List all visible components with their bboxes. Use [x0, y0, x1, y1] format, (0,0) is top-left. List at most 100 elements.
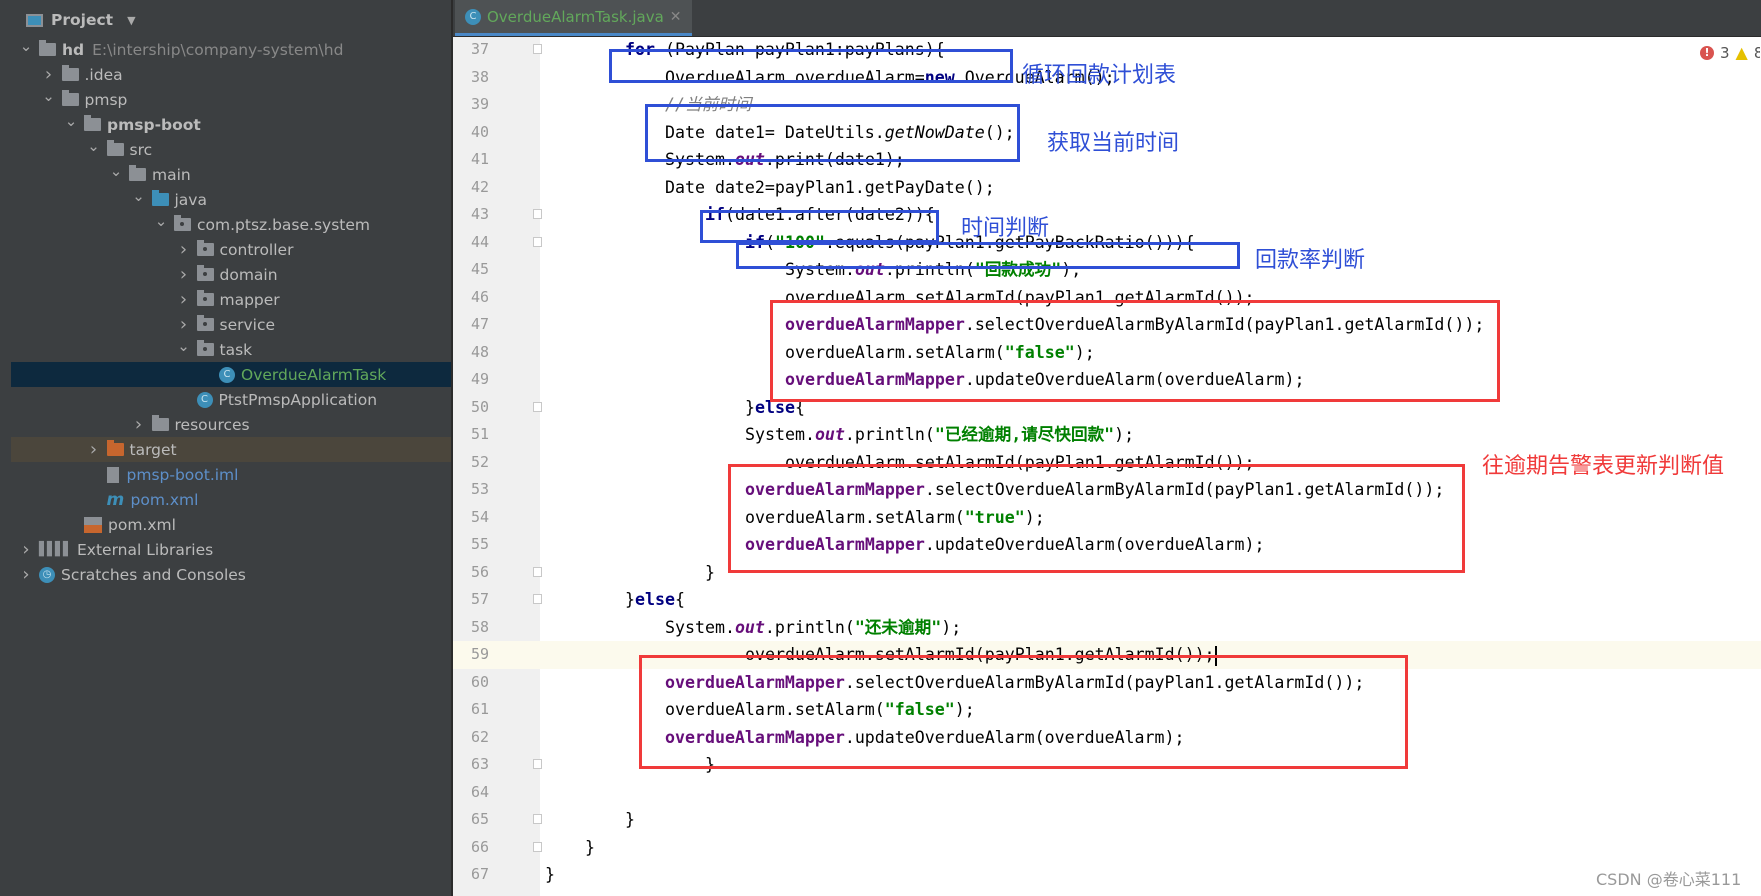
code-line[interactable]: 43 if(date1.after(date2)){ — [453, 201, 1761, 229]
annotation-label-ratio-check: 回款率判断 — [1255, 248, 1366, 273]
chevron-down-icon[interactable]: ▼ — [127, 14, 135, 27]
line-number[interactable]: 55 — [453, 531, 489, 559]
code-line[interactable]: 42 Date date2=payPlan1.getPayDate(); — [453, 174, 1761, 202]
chevron-down-icon[interactable]: ⌄ — [19, 37, 33, 55]
code-line[interactable]: 67} — [453, 861, 1761, 889]
line-number[interactable]: 50 — [453, 394, 489, 422]
chevron-down-icon[interactable]: ⌄ — [177, 337, 191, 355]
tree-item-mapper[interactable]: › mapper — [11, 287, 451, 312]
tree-item-src[interactable]: ⌄ src — [11, 137, 451, 162]
annotation-label-now: 获取当前时间 — [1047, 131, 1180, 156]
tree-item-pmsp-boot-iml[interactable]: pmsp-boot.iml — [11, 462, 451, 487]
tree-item-resources[interactable]: › resources — [11, 412, 451, 437]
fold-marker-icon[interactable] — [533, 209, 542, 219]
line-number[interactable]: 42 — [453, 174, 489, 202]
chevron-right-icon[interactable]: › — [42, 64, 56, 85]
line-number[interactable]: 45 — [453, 256, 489, 284]
line-number[interactable]: 58 — [453, 614, 489, 642]
line-number[interactable]: 41 — [453, 146, 489, 174]
line-number[interactable]: 53 — [453, 476, 489, 504]
chevron-right-icon[interactable]: › — [177, 239, 191, 260]
close-icon[interactable]: ✕ — [670, 9, 682, 25]
line-number[interactable]: 64 — [453, 779, 489, 807]
tree-item-overduealarmtask[interactable]: C OverdueAlarmTask — [11, 362, 451, 387]
tree-item-hd[interactable]: ⌄ hd E:\intership\company-system\hd — [11, 37, 451, 62]
line-number[interactable]: 47 — [453, 311, 489, 339]
line-number[interactable]: 38 — [453, 64, 489, 92]
project-view-selector[interactable]: Project ▼ — [26, 8, 136, 32]
fold-marker-icon[interactable] — [533, 401, 542, 412]
line-number[interactable]: 43 — [453, 201, 489, 229]
code-line[interactable]: 64 — [453, 779, 1761, 807]
fold-marker-icon[interactable] — [533, 841, 542, 852]
tab-overdue-alarm-task[interactable]: C OverdueAlarmTask.java ✕ — [455, 0, 692, 36]
chevron-down-icon[interactable]: ⌄ — [87, 137, 101, 155]
line-number[interactable]: 56 — [453, 559, 489, 587]
line-number[interactable]: 59 — [453, 641, 489, 669]
annotation-label-update: 往逾期告警表更新判断值 — [1482, 454, 1725, 479]
fold-marker-icon[interactable] — [533, 594, 542, 604]
tree-item-label: Scratches and Consoles — [61, 565, 246, 584]
line-number[interactable]: 65 — [453, 806, 489, 834]
line-number[interactable]: 40 — [453, 119, 489, 147]
chevron-right-icon[interactable]: › — [19, 539, 33, 560]
code-line[interactable]: 65} — [453, 806, 1761, 834]
fold-marker-icon[interactable] — [533, 759, 542, 769]
code-line[interactable]: 58 System.out.println("还未逾期"); — [453, 614, 1761, 642]
chevron-right-icon[interactable]: › — [177, 264, 191, 285]
tree-item-scratches-and-consoles[interactable]: › ◷ Scratches and Consoles — [11, 562, 451, 587]
tree-item--idea[interactable]: › .idea — [11, 62, 451, 87]
line-number[interactable]: 61 — [453, 696, 489, 724]
line-number[interactable]: 66 — [453, 834, 489, 862]
tree-item-label: controller — [219, 240, 294, 259]
chevron-right-icon[interactable]: › — [177, 314, 191, 335]
line-number[interactable]: 39 — [453, 91, 489, 119]
tree-item-target[interactable]: › target — [11, 437, 451, 462]
line-number[interactable]: 49 — [453, 366, 489, 394]
code-line[interactable]: 51 System.out.println("已经逾期,请尽快回款"); — [453, 421, 1761, 449]
tree-item-service[interactable]: › service — [11, 312, 451, 337]
chevron-right-icon[interactable]: › — [177, 289, 191, 310]
chevron-right-icon[interactable]: › — [132, 414, 146, 435]
tree-item-main[interactable]: ⌄ main — [11, 162, 451, 187]
tree-item-pmsp[interactable]: ⌄ pmsp — [11, 87, 451, 112]
line-number[interactable]: 37 — [453, 37, 489, 64]
line-number[interactable]: 52 — [453, 449, 489, 477]
tree-item-pmsp-boot[interactable]: ⌄ pmsp-boot — [11, 112, 451, 137]
tree-item-domain[interactable]: › domain — [11, 262, 451, 287]
tree-item-pom-xml[interactable]: m pom.xml — [11, 487, 451, 512]
fold-marker-icon[interactable] — [533, 814, 542, 824]
chevron-right-icon[interactable]: › — [87, 439, 101, 460]
line-number[interactable]: 51 — [453, 421, 489, 449]
code-line[interactable]: 57}else{ — [453, 586, 1761, 614]
fold-marker-icon[interactable] — [533, 236, 542, 247]
chevron-down-icon[interactable]: ⌄ — [109, 162, 123, 180]
chevron-down-icon[interactable]: ⌄ — [132, 187, 146, 205]
tree-item-com-ptsz-base-system[interactable]: ⌄ com.ptsz.base.system — [11, 212, 451, 237]
fold-marker-icon[interactable] — [533, 44, 542, 54]
code-text: } — [585, 834, 595, 862]
inspection-status[interactable]: ! 3 ▲ 8 — [1700, 43, 1760, 62]
line-number[interactable]: 46 — [453, 284, 489, 312]
line-number[interactable]: 67 — [453, 861, 489, 889]
chevron-right-icon[interactable]: › — [19, 564, 33, 585]
chevron-down-icon[interactable]: ⌄ — [42, 87, 56, 105]
tree-item-pom-xml[interactable]: pom.xml — [11, 512, 451, 537]
line-number[interactable]: 62 — [453, 724, 489, 752]
line-number[interactable]: 57 — [453, 586, 489, 614]
tree-item-task[interactable]: ⌄ task — [11, 337, 451, 362]
tree-item-controller[interactable]: › controller — [11, 237, 451, 262]
line-number[interactable]: 44 — [453, 229, 489, 257]
tree-item-java[interactable]: ⌄ java — [11, 187, 451, 212]
line-number[interactable]: 54 — [453, 504, 489, 532]
tree-item-label: .idea — [84, 65, 123, 84]
tree-item-ptstpmspapplication[interactable]: C PtstPmspApplication — [11, 387, 451, 412]
chevron-down-icon[interactable]: ⌄ — [154, 212, 168, 230]
line-number[interactable]: 60 — [453, 669, 489, 697]
line-number[interactable]: 48 — [453, 339, 489, 367]
chevron-down-icon[interactable]: ⌄ — [64, 112, 78, 130]
tree-item-external-libraries[interactable]: › ▌▌▌▌ External Libraries — [11, 537, 451, 562]
code-line[interactable]: 66} — [453, 834, 1761, 862]
line-number[interactable]: 63 — [453, 751, 489, 779]
fold-marker-icon[interactable] — [533, 566, 542, 577]
